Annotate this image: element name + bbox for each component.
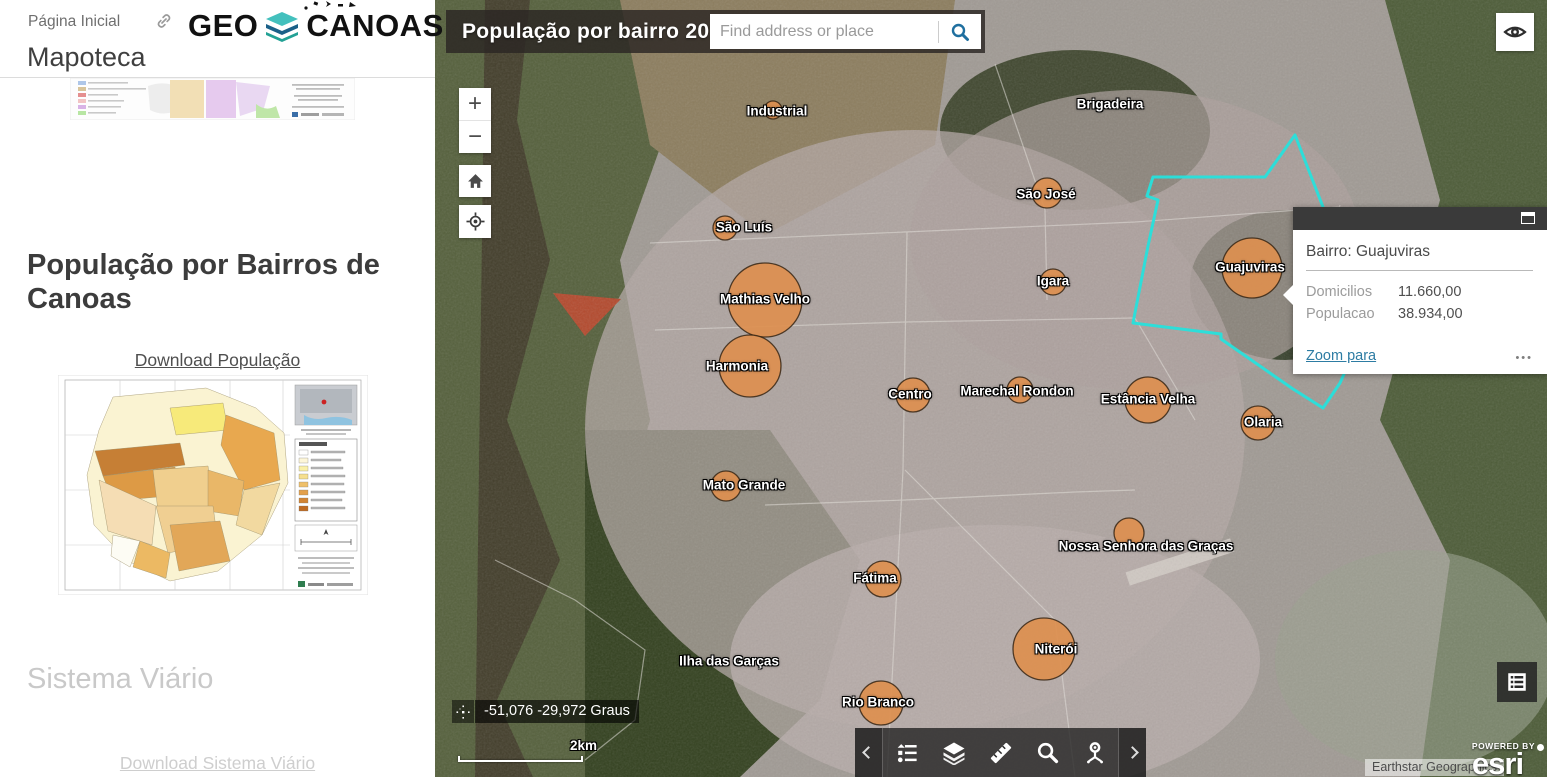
- toolbar-buttons: [882, 728, 1119, 777]
- geo-canoas-logo[interactable]: GEO CANOAS: [188, 0, 444, 52]
- legend-button[interactable]: [887, 733, 927, 773]
- esri-logo: POWERED BY esri: [1472, 743, 1544, 777]
- section-heading-sistema-viario: Sistema Viário: [27, 663, 213, 696]
- search-box: [710, 14, 981, 49]
- layers-icon: [942, 741, 966, 765]
- population-circle[interactable]: [764, 101, 782, 119]
- visibility-button[interactable]: [1496, 13, 1534, 51]
- map-sheet-thumbnail-top[interactable]: [70, 78, 355, 120]
- coordinates-readout: -51,076 -29,972 Graus: [475, 700, 639, 723]
- population-circle[interactable]: [1007, 377, 1033, 403]
- zoom-to-link[interactable]: Zoom para: [1306, 348, 1376, 364]
- esri-globe-icon: [1537, 744, 1544, 751]
- locate-button[interactable]: [459, 205, 491, 238]
- population-circle[interactable]: [1222, 238, 1282, 298]
- population-circle[interactable]: [1114, 518, 1144, 548]
- eye-icon: [1503, 23, 1527, 41]
- attribute-table-icon: [1507, 672, 1527, 692]
- zoom-out-button[interactable]: −: [459, 121, 491, 153]
- more-options-icon[interactable]: •••: [1515, 352, 1533, 364]
- link-icon[interactable]: [155, 12, 173, 30]
- popup-title: Bairro: Guajuviras: [1306, 243, 1533, 261]
- zoom-control: + −: [459, 88, 491, 153]
- logo-text-geo: GEO: [188, 8, 258, 44]
- section-heading-populacao: População por Bairros de Canoas: [27, 248, 397, 316]
- chevron-left-icon: [862, 746, 875, 759]
- crosshair-icon[interactable]: [452, 700, 474, 723]
- search-input[interactable]: [710, 23, 938, 41]
- population-circle[interactable]: [1125, 377, 1171, 423]
- population-circle[interactable]: [728, 263, 802, 337]
- scale-bar: 2km: [458, 742, 588, 764]
- page-title: Mapoteca: [27, 42, 146, 73]
- home-icon: [467, 173, 484, 189]
- toolbar-search-button[interactable]: [1028, 733, 1068, 773]
- toolbar-previous-button[interactable]: [855, 728, 882, 777]
- popup-callout-arrow: [1283, 285, 1293, 305]
- magnifier-icon: [1036, 741, 1059, 764]
- layers-logo-icon: [262, 8, 302, 44]
- sidebar: Página Inicial GEO CANOAS: [0, 0, 435, 777]
- feature-popup: Bairro: Guajuviras Domicilios 11.660,00 …: [1293, 207, 1547, 374]
- maximize-icon[interactable]: [1521, 212, 1535, 224]
- geocanoas-app: Página Inicial GEO CANOAS: [0, 0, 1547, 777]
- population-circle[interactable]: [1013, 618, 1075, 680]
- location-pin-icon: [1084, 741, 1106, 765]
- field-value: 38.934,00: [1398, 303, 1463, 325]
- popup-field-row: Populacao 38.934,00: [1306, 303, 1533, 325]
- popup-header: [1293, 207, 1547, 230]
- measure-button[interactable]: [981, 733, 1021, 773]
- field-label: Domicilios: [1306, 281, 1398, 303]
- ruler-icon: [989, 741, 1013, 765]
- download-populacao-link[interactable]: Download População: [135, 350, 300, 370]
- population-circle[interactable]: [896, 378, 930, 412]
- field-label: Populacao: [1306, 303, 1398, 325]
- population-circle[interactable]: [719, 335, 781, 397]
- popup-field-row: Domicilios 11.660,00: [1306, 281, 1533, 303]
- scale-line: [458, 756, 583, 762]
- popup-body: Bairro: Guajuviras Domicilios 11.660,00 …: [1293, 230, 1547, 374]
- field-value: 11.660,00: [1398, 281, 1461, 303]
- feature-layer: [435, 0, 1547, 777]
- search-icon: [950, 22, 970, 42]
- layers-button[interactable]: [934, 733, 974, 773]
- locate-icon: [466, 212, 485, 231]
- widget-toolbar: [855, 728, 1146, 777]
- population-circle[interactable]: [713, 216, 737, 240]
- population-circle[interactable]: [711, 471, 741, 501]
- zoom-in-button[interactable]: +: [459, 88, 491, 120]
- population-circle[interactable]: [865, 561, 901, 597]
- population-circle[interactable]: [859, 681, 903, 725]
- search-button[interactable]: [939, 14, 981, 49]
- breadcrumb-pagina-inicial[interactable]: Página Inicial: [28, 13, 120, 31]
- logo-decoration-icons: [300, 0, 360, 13]
- population-circle[interactable]: [1040, 269, 1066, 295]
- population-circle[interactable]: [1032, 178, 1062, 208]
- map-title: População por bairro 2010: [446, 20, 733, 44]
- population-map-thumbnail[interactable]: [58, 375, 368, 595]
- near-me-button[interactable]: [1075, 733, 1115, 773]
- toolbar-next-button[interactable]: [1119, 728, 1146, 777]
- esri-wordmark: esri: [1472, 751, 1544, 777]
- logo-text-canoas: CANOAS: [306, 8, 443, 44]
- coordinates-widget: -51,076 -29,972 Graus: [452, 700, 639, 723]
- attribute-table-button[interactable]: [1497, 662, 1537, 702]
- legend-icon: [896, 742, 918, 764]
- chevron-right-icon: [1126, 746, 1139, 759]
- population-circle[interactable]: [1241, 406, 1275, 440]
- map-title-bar: População por bairro 2010: [446, 10, 985, 53]
- scale-label: 2km: [570, 738, 597, 753]
- map-canvas[interactable]: IndustrialBrigadeiraSão JoséSão LuísIgar…: [435, 0, 1547, 777]
- download-sistema-viario-link[interactable]: Download Sistema Viário: [120, 753, 315, 773]
- home-button[interactable]: [459, 165, 491, 197]
